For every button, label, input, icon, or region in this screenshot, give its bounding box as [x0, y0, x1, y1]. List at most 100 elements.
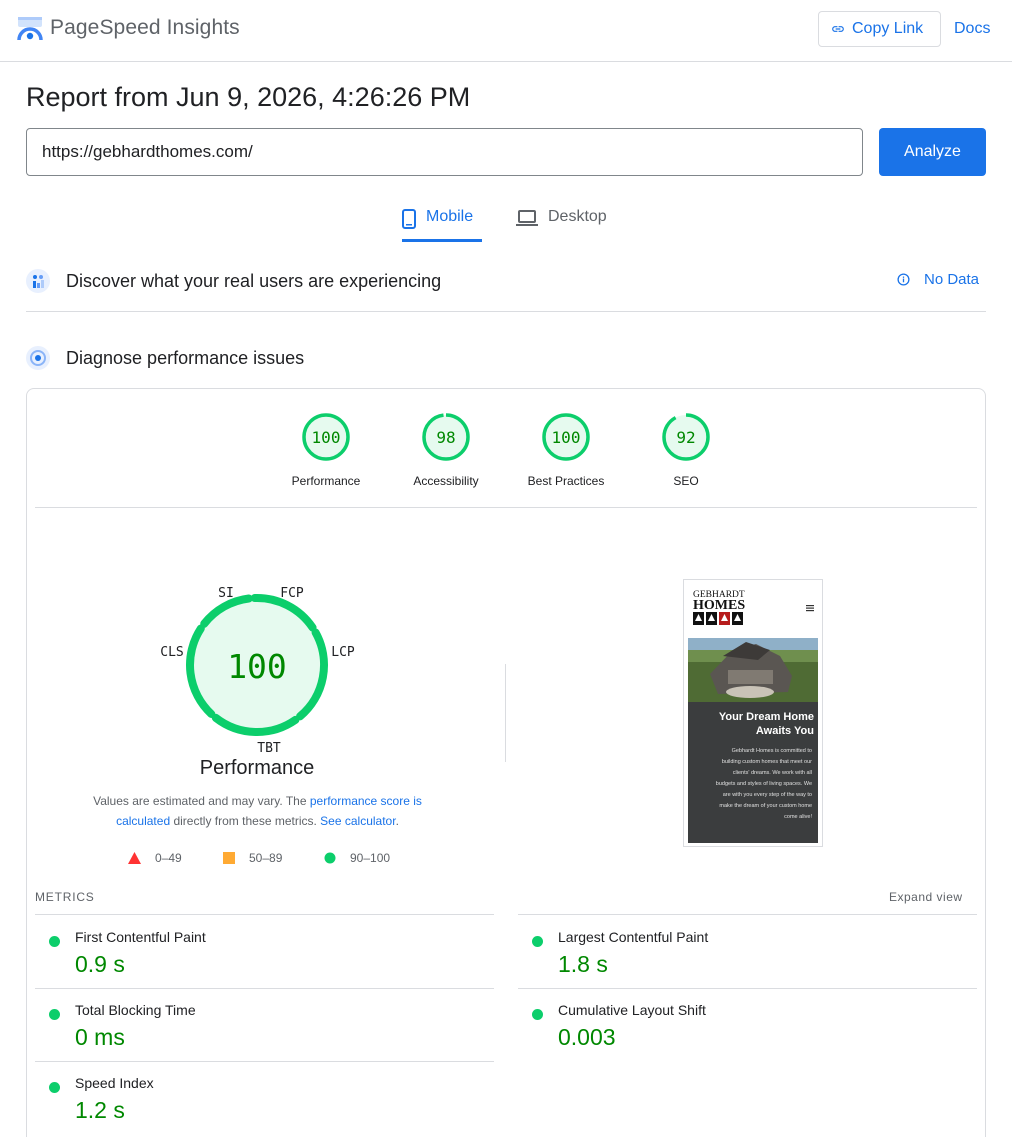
score-gauge-accessibility[interactable]: 98 Accessibility [386, 412, 506, 488]
tab-mobile[interactable]: Mobile [402, 204, 482, 242]
diagnose-section: Diagnose performance issues [26, 345, 986, 371]
gauge-ring: 100 [542, 413, 590, 461]
metric-divider [35, 988, 494, 989]
legend-range: 50–89 [249, 851, 283, 865]
diagnose-title: Diagnose performance issues [66, 347, 305, 368]
vertical-divider [505, 664, 506, 762]
link-icon [832, 26, 844, 32]
score-value: 92 [676, 428, 695, 447]
svg-text:are with you every step of the: are with you every step of the way to [723, 792, 812, 798]
pass-circle-icon [532, 1009, 543, 1020]
metric-divider [35, 914, 494, 915]
svg-text:budgets and styles of living s: budgets and styles of living spaces. We [716, 781, 812, 787]
metric-name: Cumulative Layout Shift [558, 1002, 706, 1018]
legend-average: 50–89 [223, 851, 282, 865]
legend-range: 90–100 [350, 851, 391, 865]
top-bar: PageSpeed Insights Copy Link Docs [0, 0, 1012, 62]
svg-text:building custom homes that mee: building custom homes that meet our [722, 759, 812, 765]
metric-value: 0 ms [75, 1024, 125, 1050]
gauge-ring: 92 [662, 413, 710, 461]
gauge-ring: 98 [422, 413, 470, 461]
field-data-section: Discover what your real users are experi… [26, 268, 986, 294]
performance-score: 100 [227, 647, 287, 686]
metric-value: 0.9 s [75, 951, 125, 977]
segment-label-lcp: LCP [331, 645, 355, 660]
pass-circle-icon [532, 936, 543, 947]
svg-text:clients' dreams. We work with: clients' dreams. We work with all [733, 770, 812, 776]
tab-desktop[interactable]: Desktop [516, 204, 607, 242]
final-screenshot[interactable]: GEBHARDT HOMES Your Dream Home Awaits Yo… [683, 579, 823, 847]
metric-name: First Contentful Paint [75, 929, 206, 945]
no-data-link[interactable]: No Data [897, 271, 979, 288]
segment-label-si: SI [218, 586, 234, 601]
tab-desktop-label: Desktop [548, 208, 607, 225]
metric-divider [35, 1061, 494, 1062]
metric-divider [518, 914, 977, 915]
estimate-note: Values are estimated and may vary. The p… [70, 791, 445, 831]
copy-link-label: Copy Link [852, 20, 924, 37]
pass-circle-icon [49, 1082, 60, 1093]
expand-view-toggle[interactable]: Expand view [889, 890, 963, 904]
score-label: Performance [291, 474, 361, 488]
note-text: . [395, 814, 399, 828]
pass-circle-icon [49, 1009, 60, 1020]
score-label: Accessibility [413, 474, 479, 488]
scores-divider [35, 507, 977, 508]
pagespeed-logo-icon[interactable] [16, 16, 44, 42]
gauge-target-icon [26, 346, 50, 370]
laptop-icon [516, 210, 538, 226]
score-label: Best Practices [527, 474, 605, 488]
users-chart-icon [26, 269, 50, 293]
section-divider [26, 311, 986, 312]
score-value: 98 [436, 428, 455, 447]
app-title: PageSpeed Insights [50, 16, 240, 39]
svg-text:come alive!: come alive! [784, 814, 812, 820]
segment-label-tbt: TBT [257, 741, 281, 756]
score-value: 100 [312, 428, 341, 447]
metric-name: Largest Contentful Paint [558, 929, 709, 945]
segment-label-cls: CLS [160, 645, 183, 660]
copy-link-button[interactable]: Copy Link [818, 11, 941, 47]
gauge-ring: 100 [302, 413, 350, 461]
metric-divider [518, 988, 977, 989]
thumb-logo-bottom: HOMES [693, 598, 745, 613]
triangle-icon [128, 852, 141, 864]
metric-name: Total Blocking Time [75, 1002, 196, 1018]
info-icon [897, 273, 910, 286]
score-gauge-seo[interactable]: 92 SEO [626, 412, 746, 488]
performance-gauge: 100 SI FCP LCP TBT CLS [160, 586, 355, 756]
segment-label-fcp: FCP [280, 586, 304, 601]
svg-text:make the dream of your custom: make the dream of your custom home [719, 803, 812, 809]
note-text: Values are estimated and may vary. The [93, 794, 310, 808]
svg-text:Gebhardt Homes is committed to: Gebhardt Homes is committed to [732, 748, 812, 754]
performance-title: Performance [199, 757, 315, 779]
square-icon [223, 852, 235, 864]
see-calculator-link[interactable]: See calculator [320, 814, 395, 828]
metric-value: 1.8 s [558, 951, 608, 977]
tab-mobile-label: Mobile [426, 208, 474, 225]
smartphone-icon [402, 209, 416, 229]
legend-pass: 90–100 [324, 851, 390, 865]
score-gauge-best-practices[interactable]: 100 Best Practices [506, 412, 626, 488]
score-label: SEO [673, 474, 699, 488]
score-gauge-performance[interactable]: 100 Performance [266, 412, 386, 488]
metric-value: 0.003 [558, 1024, 616, 1050]
legend-range: 0–49 [155, 851, 182, 865]
page-screenshot-image: GEBHARDT HOMES Your Dream Home Awaits Yo… [688, 584, 818, 843]
field-data-title: Discover what your real users are experi… [66, 270, 442, 291]
score-value: 100 [552, 428, 581, 447]
analyze-button[interactable]: Analyze [879, 128, 986, 176]
metric-name: Speed Index [75, 1075, 154, 1091]
circle-icon [324, 852, 336, 864]
pass-circle-icon [49, 936, 60, 947]
metrics-heading: METRICS [35, 890, 95, 904]
thumb-headline-2: Awaits You [756, 725, 814, 737]
thumb-headline-1: Your Dream Home [719, 711, 814, 723]
no-data-label: No Data [924, 271, 980, 288]
legend-fail: 0–49 [128, 851, 182, 865]
report-title: Report from Jun 9, 2026, 4:26:26 PM [26, 82, 471, 112]
metric-value: 1.2 s [75, 1097, 125, 1123]
url-input[interactable] [26, 128, 863, 176]
note-text: directly from these metrics. [170, 814, 321, 828]
docs-link[interactable]: Docs [954, 20, 990, 38]
